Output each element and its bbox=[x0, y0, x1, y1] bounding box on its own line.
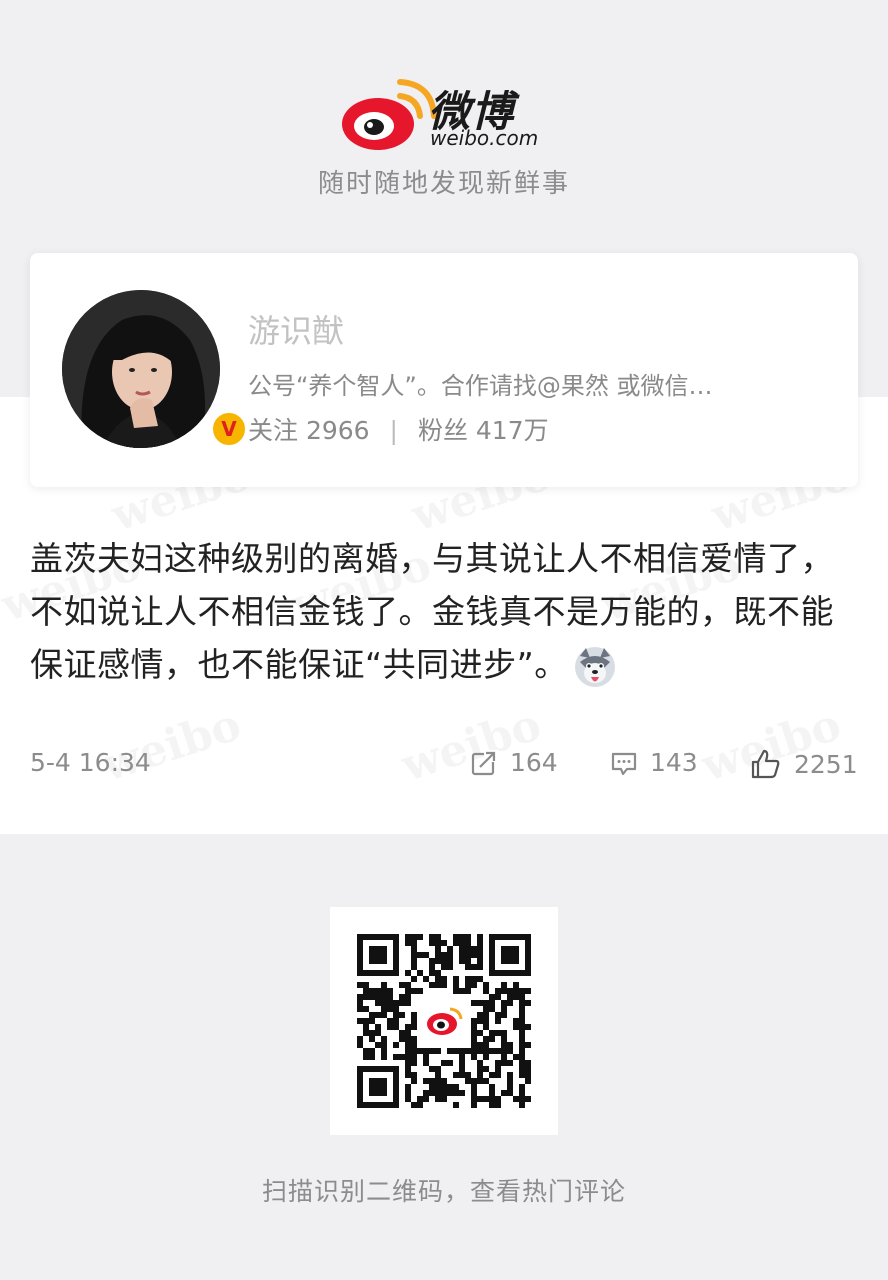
thumbs-up-icon bbox=[751, 749, 780, 779]
husky-emoji-icon bbox=[574, 646, 615, 687]
qr-code bbox=[330, 907, 558, 1135]
like-count: 2251 bbox=[794, 749, 858, 779]
followers-count: 417万 bbox=[475, 416, 549, 445]
following-label: 关注 bbox=[248, 416, 299, 445]
user-stats: 关注 2966 | 粉丝 417万 bbox=[248, 411, 549, 447]
repost-count: 164 bbox=[510, 748, 558, 777]
qr-code-image bbox=[357, 934, 531, 1108]
like-button[interactable]: 2251 bbox=[750, 748, 858, 780]
brand-tagline: 随时随地发现新鲜事 bbox=[317, 169, 570, 199]
qr-caption: 扫描识别二维码，查看热门评论 bbox=[261, 1177, 626, 1206]
post-meta: 5-4 16:34 164 143 2251 bbox=[30, 748, 858, 788]
repost-button[interactable]: 164 bbox=[470, 748, 558, 777]
repost-icon bbox=[471, 749, 498, 775]
comment-icon bbox=[611, 752, 637, 775]
user-bio: 公号“养个智人”。合作请找@果然 或微信… bbox=[248, 372, 713, 400]
post-text: 盖茨夫妇这种级别的离婚，与其说让人不相信爱情了，不如说让人不相信金钱了。金钱真不… bbox=[30, 532, 860, 691]
post-content: 盖茨夫妇这种级别的离婚，与其说让人不相信爱情了，不如说让人不相信金钱了。金钱真不… bbox=[30, 539, 834, 684]
post-time: 5-4 16:34 bbox=[30, 748, 151, 777]
user-name[interactable]: 游识猷 bbox=[248, 306, 344, 352]
avatar-photo bbox=[62, 290, 220, 448]
verified-badge-icon: V bbox=[210, 410, 248, 448]
brand-domain: weibo.com bbox=[430, 126, 539, 150]
profile-card[interactable]: V 游识猷 公号“养个智人”。合作请找@果然 或微信… 关注 2966 | 粉丝… bbox=[30, 253, 858, 487]
stats-separator: | bbox=[389, 416, 398, 445]
comment-count: 143 bbox=[650, 748, 698, 777]
avatar[interactable] bbox=[62, 290, 220, 448]
followers-label: 粉丝 bbox=[417, 416, 468, 445]
following-count: 2966 bbox=[305, 416, 370, 445]
comment-button[interactable]: 143 bbox=[610, 748, 698, 777]
